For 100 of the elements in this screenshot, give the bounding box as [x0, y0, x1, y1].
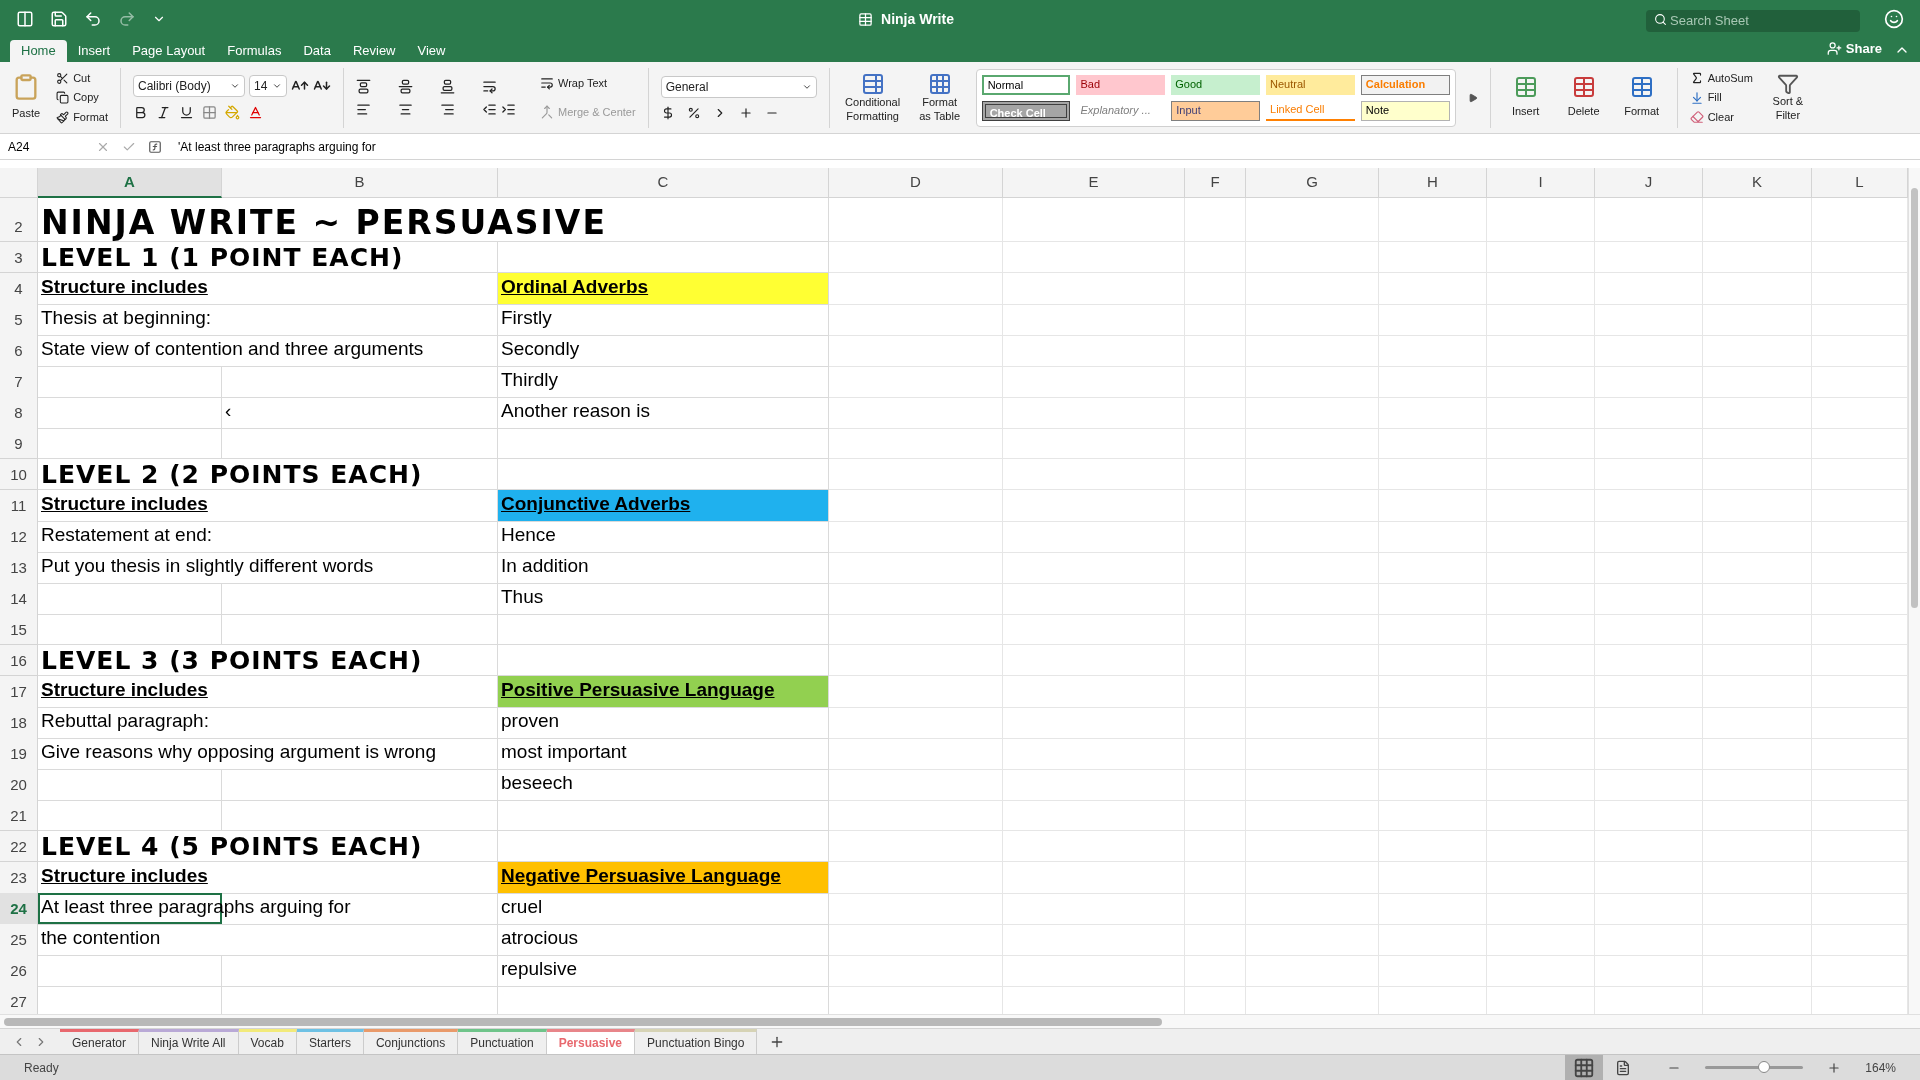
row-header[interactable]: 6: [0, 335, 38, 367]
row-header[interactable]: 10: [0, 459, 38, 490]
cell-style-button[interactable]: Neutral: [1266, 74, 1355, 95]
search-field[interactable]: Search Sheet: [1646, 9, 1860, 32]
align-right-icon[interactable]: [440, 101, 455, 117]
editing-button[interactable]: AutoSum: [1689, 69, 1753, 87]
row-header[interactable]: 18: [0, 707, 38, 739]
row-header[interactable]: 23: [0, 862, 38, 894]
row-header[interactable]: 13: [0, 552, 38, 584]
cells-button[interactable]: Delete: [1560, 75, 1607, 120]
increase-decimal-icon[interactable]: [738, 105, 753, 120]
cell-style-button[interactable]: Bad: [1076, 74, 1166, 95]
column-header[interactable]: J: [1595, 168, 1703, 198]
editing-button[interactable]: Clear: [1689, 108, 1753, 126]
font-size-field[interactable]: 14: [249, 75, 287, 97]
ribbon-tab[interactable]: Formulas: [216, 40, 293, 62]
column-header[interactable]: H: [1379, 168, 1487, 198]
column-header[interactable]: E: [1003, 168, 1185, 198]
row-header[interactable]: 17: [0, 676, 38, 708]
row-header[interactable]: 14: [0, 583, 38, 615]
wrap-text-button[interactable]: Wrap Text: [540, 75, 636, 92]
format-as-table-button[interactable]: Format as Table: [915, 71, 964, 124]
cell-style-button[interactable]: Input: [1171, 100, 1261, 121]
smiley-icon[interactable]: [1884, 9, 1904, 29]
cells-button[interactable]: Insert: [1502, 75, 1549, 120]
align-middle-icon[interactable]: [398, 78, 413, 94]
bold-icon[interactable]: [133, 105, 148, 120]
align-top-icon[interactable]: [356, 78, 371, 94]
zoom-slider[interactable]: [1705, 1060, 1804, 1075]
row-header[interactable]: 15: [0, 614, 38, 645]
row-header[interactable]: 2: [0, 198, 38, 242]
ribbon-tab[interactable]: Data: [292, 40, 342, 62]
ribbon-tab[interactable]: View: [406, 40, 457, 62]
font-name-field[interactable]: Calibri (Body): [133, 75, 245, 97]
zoom-thumb[interactable]: [1758, 1061, 1771, 1073]
format-painter-button[interactable]: Format: [56, 108, 108, 126]
column-header[interactable]: C: [498, 168, 829, 198]
percent-icon[interactable]: [686, 105, 701, 120]
row-header[interactable]: 5: [0, 304, 38, 336]
copy-button[interactable]: Copy: [56, 89, 108, 106]
row-header[interactable]: 27: [0, 986, 38, 1014]
normal-view-icon[interactable]: [1565, 1054, 1604, 1080]
conditional-formatting-button[interactable]: Conditional Formatting: [841, 71, 904, 124]
zoom-percent[interactable]: 164%: [1865, 1058, 1920, 1077]
sort-filter-button[interactable]: Sort & Filter: [1764, 72, 1811, 123]
row-header[interactable]: 16: [0, 645, 38, 676]
row-header[interactable]: 7: [0, 366, 38, 398]
borders-icon[interactable]: [202, 105, 217, 120]
undo-icon[interactable]: [84, 10, 102, 28]
column-header[interactable]: G: [1246, 168, 1379, 198]
ribbon-tab[interactable]: Insert: [66, 40, 122, 62]
editing-button[interactable]: Fill: [1689, 89, 1753, 106]
save-icon[interactable]: [50, 10, 68, 28]
ribbon-tab[interactable]: Review: [341, 40, 407, 62]
align-left-icon[interactable]: [356, 101, 371, 117]
cell-style-button[interactable]: Good: [1171, 74, 1261, 95]
indent-decrease-icon[interactable]: [482, 101, 497, 117]
column-header[interactable]: K: [1703, 168, 1812, 198]
row-header[interactable]: 11: [0, 490, 38, 522]
underline-icon[interactable]: [179, 105, 194, 120]
share-button[interactable]: Share: [1826, 38, 1882, 58]
number-format-field[interactable]: General: [660, 75, 817, 98]
orientation-icon[interactable]: [482, 78, 497, 94]
more-styles-icon[interactable]: [1467, 92, 1478, 103]
row-header[interactable]: 8: [0, 397, 38, 429]
name-box[interactable]: A24: [0, 137, 84, 156]
align-bottom-icon[interactable]: [440, 78, 455, 94]
page-layout-icon[interactable]: [1615, 1059, 1632, 1076]
font-color-icon[interactable]: [248, 105, 263, 120]
function-icon[interactable]: [148, 139, 162, 154]
align-center-icon[interactable]: [398, 101, 413, 117]
column-header[interactable]: A: [38, 168, 222, 198]
row-header[interactable]: 3: [0, 242, 38, 273]
paste-button[interactable]: Paste: [8, 73, 45, 122]
row-header[interactable]: 12: [0, 521, 38, 553]
indent-increase-icon[interactable]: [501, 101, 516, 117]
row-header[interactable]: 4: [0, 273, 38, 305]
cell-style-button[interactable]: Note: [1360, 100, 1450, 121]
zoom-in-icon[interactable]: [1827, 1060, 1842, 1075]
column-header[interactable]: I: [1487, 168, 1595, 198]
row-header[interactable]: 25: [0, 924, 38, 956]
cut-button[interactable]: Cut: [56, 69, 108, 87]
row-header[interactable]: 26: [0, 955, 38, 987]
italic-icon[interactable]: [156, 105, 171, 120]
column-header[interactable]: B: [222, 168, 498, 198]
sidebar-icon[interactable]: [16, 10, 34, 28]
cells-button[interactable]: Format: [1618, 75, 1665, 120]
row-header[interactable]: 9: [0, 428, 38, 459]
cell-style-button[interactable]: Normal: [981, 74, 1071, 95]
ribbon-tab[interactable]: Page Layout: [121, 40, 217, 62]
row-header[interactable]: 19: [0, 738, 38, 770]
row-header[interactable]: 24: [0, 893, 38, 925]
row-header[interactable]: 22: [0, 831, 38, 862]
formula-field[interactable]: 'At least three paragraphs arguing for: [174, 137, 1920, 156]
column-header[interactable]: F: [1185, 168, 1246, 198]
column-header[interactable]: D: [829, 168, 1003, 198]
row-header[interactable]: 21: [0, 800, 38, 831]
fill-color-icon[interactable]: [225, 105, 240, 120]
ribbon-tab[interactable]: Home: [10, 40, 67, 62]
row-header[interactable]: 20: [0, 769, 38, 801]
